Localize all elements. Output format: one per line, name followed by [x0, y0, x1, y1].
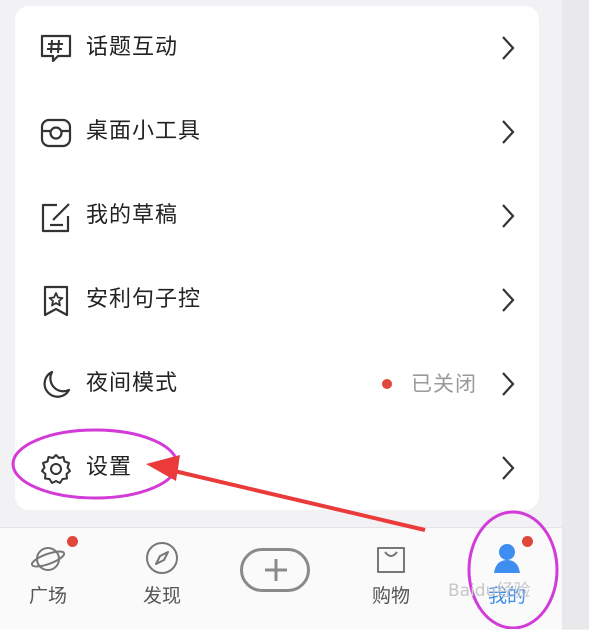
tab-label: 广场: [28, 585, 67, 607]
menu-item-desktop-widgets[interactable]: 桌面小工具: [15, 90, 539, 174]
night-mode-status: 已关闭: [411, 372, 477, 396]
create-post-button[interactable]: [240, 548, 310, 592]
gear-icon: [41, 454, 71, 484]
status-dot: [382, 379, 392, 389]
notification-badge: [522, 536, 533, 547]
chevron-right-icon: [502, 288, 515, 312]
menu-item-label: 夜间模式: [86, 371, 179, 396]
menu-item-recommend-quotes[interactable]: 安利句子控: [15, 258, 539, 342]
chevron-right-icon: [502, 372, 515, 396]
chevron-right-icon: [502, 204, 515, 228]
menu-item-night-mode[interactable]: 夜间模式 已关闭: [15, 342, 539, 426]
menu-item-label: 我的草稿: [86, 203, 179, 228]
menu-item-my-drafts[interactable]: 我的草稿: [15, 174, 539, 258]
tab-label: 发现: [142, 585, 181, 607]
edit-draft-icon: [41, 203, 70, 233]
tab-label: 购物: [371, 585, 410, 607]
menu-item-topic-interaction[interactable]: 话题互动: [15, 6, 539, 90]
watermark: Baidu经验: [448, 581, 531, 601]
menu-item-label: 安利句子控: [86, 287, 202, 312]
chevron-right-icon: [502, 120, 515, 144]
menu-item-label: 话题互动: [86, 35, 179, 60]
tab-discover[interactable]: 发现: [126, 528, 198, 630]
widget-icon: [40, 118, 72, 148]
tab-square[interactable]: 广场: [12, 528, 84, 630]
hashtag-chat-icon: [40, 34, 72, 63]
moon-icon: [43, 370, 71, 398]
menu-item-label: 桌面小工具: [86, 119, 202, 144]
chevron-right-icon: [502, 456, 515, 480]
shopping-bag-icon: [377, 547, 405, 573]
menu-item-settings[interactable]: 设置: [15, 426, 539, 510]
right-edge-strip: [562, 0, 589, 629]
notification-badge: [67, 536, 78, 547]
profile-icon: [494, 544, 520, 573]
menu-item-label: 设置: [86, 455, 133, 480]
planet-icon: [30, 547, 66, 571]
compass-icon: [146, 542, 178, 574]
settings-menu-card: 话题互动 桌面小工具 我的草稿 安利句子控 夜间模式 已关闭 设置: [15, 6, 539, 510]
tab-shopping[interactable]: 购物: [355, 528, 427, 630]
bookmark-star-icon: [43, 285, 69, 317]
plus-icon: [265, 559, 287, 581]
chevron-right-icon: [502, 36, 515, 60]
